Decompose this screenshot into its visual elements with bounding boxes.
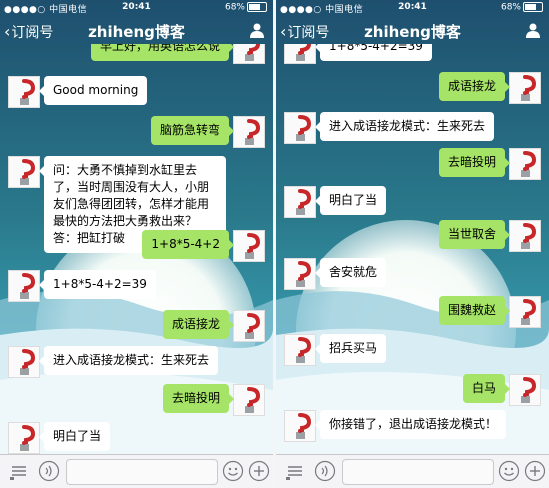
menu-icon[interactable] [284, 460, 306, 482]
outgoing-bubble[interactable]: 脑筋急转弯 [150, 116, 235, 145]
bot-avatar[interactable] [284, 186, 316, 218]
user-avatar[interactable] [509, 296, 541, 328]
user-avatar[interactable] [509, 72, 541, 104]
outgoing-bubble[interactable]: 1+8*5-4+2 [142, 230, 234, 259]
input-toolbar [0, 454, 273, 488]
bot-avatar[interactable] [284, 334, 316, 366]
menu-icon[interactable] [8, 460, 30, 482]
outgoing-bubble[interactable]: 围魏救赵 [438, 296, 511, 325]
battery-icon [523, 2, 543, 12]
person-icon[interactable] [249, 22, 265, 38]
emoji-icon[interactable] [498, 460, 520, 482]
page-title: zhiheng博客 [364, 23, 461, 41]
user-avatar[interactable] [233, 44, 265, 64]
plus-icon[interactable] [248, 460, 270, 482]
incoming-bubble[interactable]: 招兵买马 [314, 334, 387, 363]
outgoing-bubble[interactable]: 去暗投明 [162, 384, 235, 413]
chat-screen-right: ●●●●○ 中国电信 20:41 68% ‹订阅号 zhiheng博客 1+8*… [276, 0, 549, 488]
bot-avatar[interactable] [284, 112, 316, 144]
battery-icon [247, 2, 267, 12]
incoming-bubble[interactable]: 舍安就危 [314, 258, 387, 287]
outgoing-bubble[interactable]: 去暗投明 [438, 148, 511, 177]
nav-bar: ‹订阅号 zhiheng博客 [0, 16, 273, 44]
incoming-bubble[interactable]: 明白了当 [38, 422, 111, 451]
voice-icon[interactable] [38, 460, 60, 482]
status-bar: ●●●●○ 中国电信 20:41 68% [0, 0, 273, 16]
battery-indicator: 68% [225, 2, 267, 13]
page-title: zhiheng博客 [88, 23, 185, 41]
person-icon[interactable] [525, 22, 541, 38]
status-bar: ●●●●○ 中国电信 20:41 68% [276, 0, 549, 16]
message-input[interactable] [66, 459, 218, 485]
message-input[interactable] [342, 459, 494, 485]
user-avatar[interactable] [233, 116, 265, 148]
incoming-bubble[interactable]: 1+8*5-4+2=39 [315, 44, 432, 61]
message-list: 1+8*5-4+2=39 成语接龙进入成语接龙模式：生来死去去暗投明明白了当当世取… [276, 44, 549, 454]
bot-avatar[interactable] [8, 422, 40, 454]
voice-icon[interactable] [314, 460, 336, 482]
incoming-bubble[interactable]: 进入成语接龙模式：生来死去 [38, 346, 219, 375]
incoming-bubble[interactable]: Good morning [38, 76, 148, 105]
battery-percent: 68% [224, 2, 245, 13]
user-avatar[interactable] [509, 148, 541, 180]
outgoing-bubble[interactable]: 成语接龙 [162, 310, 235, 339]
message-list: 早上好，用英语怎么说 Good morning 脑筋急转弯 问：大勇不慎掉到水缸里去了… [0, 44, 273, 454]
battery-indicator: 68% [501, 2, 543, 13]
input-toolbar [276, 454, 549, 488]
bot-avatar[interactable] [8, 346, 40, 378]
incoming-bubble[interactable]: 1+8*5-4+2=39 [39, 270, 156, 299]
bot-avatar[interactable] [284, 44, 316, 64]
bot-avatar[interactable] [8, 270, 40, 302]
battery-percent: 68% [500, 2, 521, 13]
user-avatar[interactable] [233, 230, 265, 262]
incoming-bubble[interactable]: 进入成语接龙模式：生来死去 [314, 112, 495, 141]
incoming-bubble[interactable]: 明白了当 [314, 186, 387, 215]
outgoing-bubble[interactable]: 白马 [462, 374, 511, 403]
chat-screen-left: ●●●●○ 中国电信 20:41 68% ‹订阅号 zhiheng博客 早上好，… [0, 0, 273, 488]
bot-avatar[interactable] [284, 258, 316, 290]
user-avatar[interactable] [233, 384, 265, 416]
emoji-icon[interactable] [222, 460, 244, 482]
bot-avatar[interactable] [284, 410, 316, 442]
outgoing-bubble[interactable]: 当世取舍 [438, 220, 511, 249]
incoming-bubble[interactable]: 你接错了，退出成语接龙模式！ [314, 410, 507, 439]
bot-avatar[interactable] [8, 156, 40, 188]
plus-icon[interactable] [524, 460, 546, 482]
bot-avatar[interactable] [8, 76, 40, 108]
user-avatar[interactable] [509, 220, 541, 252]
user-avatar[interactable] [233, 310, 265, 342]
user-avatar[interactable] [509, 374, 541, 406]
outgoing-bubble[interactable]: 成语接龙 [438, 72, 511, 101]
outgoing-bubble[interactable]: 早上好，用英语怎么说 [90, 44, 235, 61]
nav-bar: ‹订阅号 zhiheng博客 [276, 16, 549, 44]
